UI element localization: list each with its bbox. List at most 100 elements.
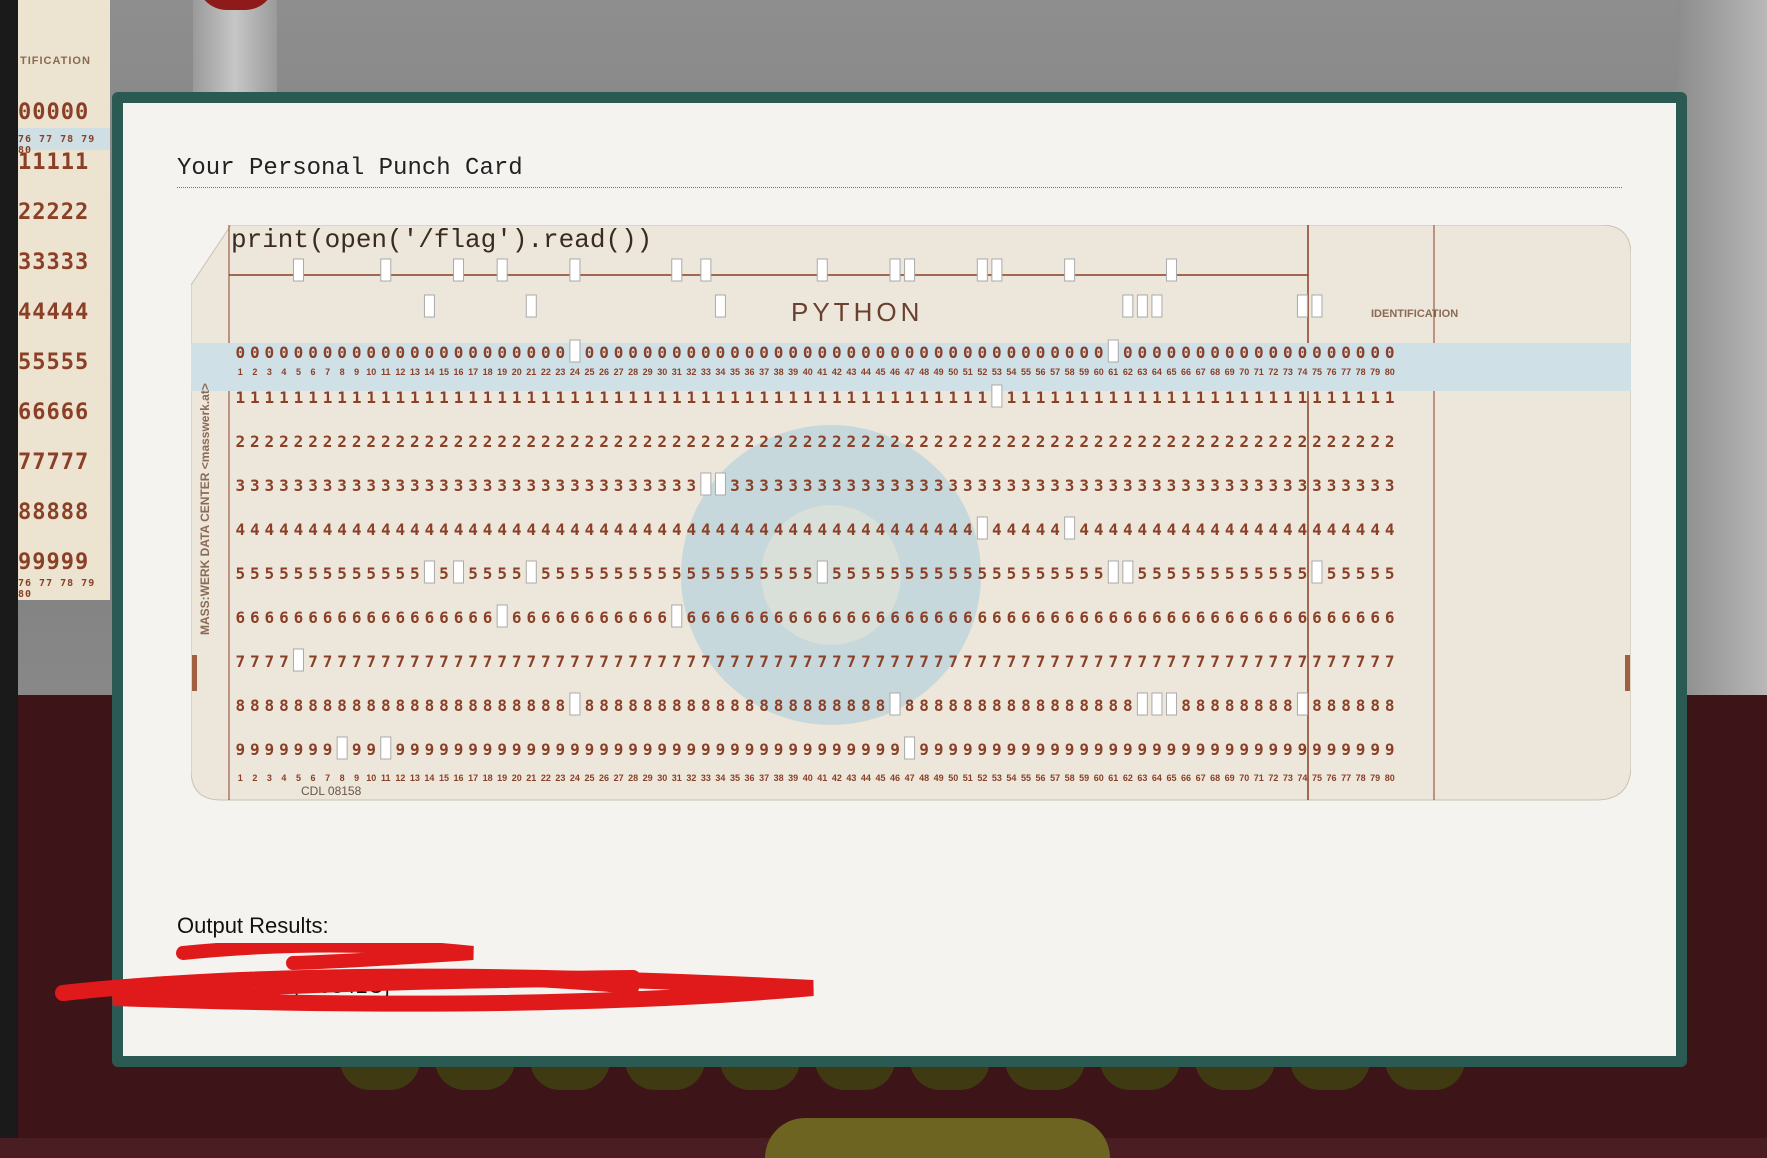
card-digit: 8 [1239, 696, 1249, 715]
card-digit: 6 [963, 608, 973, 627]
card-digit: 8 [1341, 696, 1351, 715]
card-digit: 8 [817, 696, 827, 715]
column-number: 52 [977, 367, 987, 377]
card-digit: 4 [672, 520, 682, 539]
card-digit: 3 [1181, 476, 1191, 495]
card-digit: 7 [948, 652, 958, 671]
card-digit: 9 [1079, 740, 1089, 759]
card-digit: 7 [1138, 652, 1148, 671]
card-digit: 9 [279, 740, 289, 759]
card-digit: 1 [1021, 388, 1031, 407]
card-digit: 5 [1239, 564, 1249, 583]
card-digit: 8 [1021, 696, 1031, 715]
card-digit: 7 [1167, 652, 1177, 671]
card-digit: 0 [730, 343, 740, 362]
card-digit: 2 [1108, 432, 1118, 451]
card-digit: 6 [701, 608, 711, 627]
punched-hole [1064, 258, 1076, 282]
card-digit: 5 [556, 564, 566, 583]
card-digit: 1 [352, 388, 362, 407]
card-digit: 8 [1036, 696, 1046, 715]
card-digit: 8 [1007, 696, 1017, 715]
column-number: 10 [366, 773, 376, 783]
card-digit: 3 [657, 476, 667, 495]
card-digit: 1 [1036, 388, 1046, 407]
card-digit: 0 [1123, 343, 1133, 362]
card-digit: 6 [1385, 608, 1395, 627]
column-number: 73 [1283, 773, 1293, 783]
punched-hole [1165, 258, 1177, 282]
card-digit: 7 [1079, 652, 1089, 671]
card-digit: 9 [934, 740, 944, 759]
card-digit: 9 [410, 740, 420, 759]
card-digit: 7 [1152, 652, 1162, 671]
card-digit: 6 [541, 608, 551, 627]
column-number: 73 [1283, 367, 1293, 377]
card-digit: 5 [876, 564, 886, 583]
punched-hole [380, 736, 392, 760]
card-digit: 1 [1312, 388, 1322, 407]
card-digit: 9 [1225, 740, 1235, 759]
column-number: 55 [1021, 367, 1031, 377]
card-digit: 8 [1050, 696, 1060, 715]
card-digit: 3 [1167, 476, 1177, 495]
card-digit: 3 [1036, 476, 1046, 495]
card-digit: 3 [235, 476, 245, 495]
card-digit: 5 [352, 564, 362, 583]
column-number: 51 [963, 773, 973, 783]
card-digit: 1 [1239, 388, 1249, 407]
card-digit: 0 [1385, 343, 1395, 362]
card-digit: 0 [657, 343, 667, 362]
card-digit: 2 [905, 432, 915, 451]
background-card-row: 44444 [18, 300, 90, 325]
column-number: 72 [1268, 367, 1278, 377]
card-digit: 6 [526, 608, 536, 627]
card-digit: 8 [279, 696, 289, 715]
card-digit: 4 [1312, 520, 1322, 539]
card-digit: 6 [1079, 608, 1089, 627]
card-digit: 2 [235, 432, 245, 451]
card-digit: 6 [454, 608, 464, 627]
card-digit: 9 [585, 740, 595, 759]
card-digit: 4 [1152, 520, 1162, 539]
card-digit: 9 [745, 740, 755, 759]
card-digit: 6 [235, 608, 245, 627]
card-digit: 4 [905, 520, 915, 539]
card-digit: 1 [847, 388, 857, 407]
card-digit: 4 [759, 520, 769, 539]
card-digit: 4 [337, 520, 347, 539]
card-digit: 8 [716, 696, 726, 715]
card-digit: 9 [512, 740, 522, 759]
card-digit: 6 [308, 608, 318, 627]
card-digit: 0 [1079, 343, 1089, 362]
card-digit: 2 [919, 432, 929, 451]
column-number: 18 [483, 367, 493, 377]
card-digit: 3 [847, 476, 857, 495]
column-number: 21 [526, 367, 536, 377]
column-number: 53 [992, 773, 1002, 783]
punched-hole [976, 516, 988, 540]
card-digit: 1 [963, 388, 973, 407]
card-digit: 9 [1065, 740, 1075, 759]
card-digit: 7 [701, 652, 711, 671]
column-number: 41 [817, 367, 827, 377]
background-card-row: 22222 [18, 200, 90, 225]
card-digit: 3 [1225, 476, 1235, 495]
card-digit: 3 [978, 476, 988, 495]
card-digit: 1 [541, 388, 551, 407]
card-digit: 4 [687, 520, 697, 539]
card-digit: 0 [788, 343, 798, 362]
column-number: 56 [1036, 773, 1046, 783]
card-digit: 2 [1385, 432, 1395, 451]
card-digit: 3 [1079, 476, 1089, 495]
column-number: 30 [657, 773, 667, 783]
column-number: 3 [267, 367, 272, 377]
card-digit: 5 [1385, 564, 1395, 583]
card-digit: 4 [381, 520, 391, 539]
card-digit: 5 [599, 564, 609, 583]
machine-submit-button[interactable] [765, 1118, 1110, 1158]
card-digit: 6 [716, 608, 726, 627]
card-digit: 8 [599, 696, 609, 715]
card-digit: 8 [905, 696, 915, 715]
card-digit: 6 [337, 608, 347, 627]
